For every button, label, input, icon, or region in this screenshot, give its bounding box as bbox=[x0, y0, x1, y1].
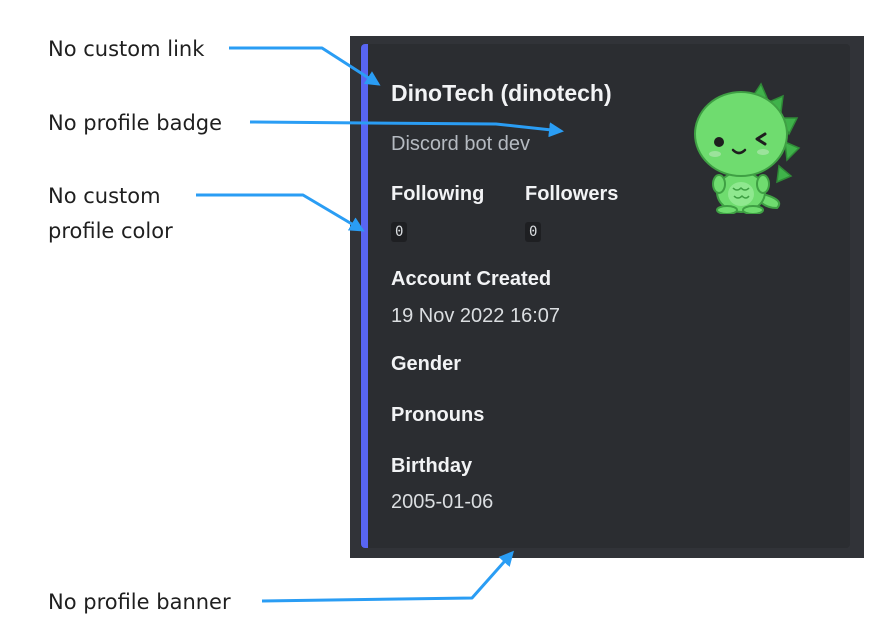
annotation-no-profile-badge: No profile badge bbox=[48, 111, 223, 135]
annotation-no-custom-link: No custom link bbox=[48, 37, 205, 61]
profile-display-name: DinoTech (dinotech) bbox=[391, 80, 612, 106]
following-label: Following bbox=[391, 183, 485, 205]
annotation-no-custom-profile-color-line1: No custom bbox=[48, 184, 161, 208]
annotation-no-profile-banner: No profile banner bbox=[48, 590, 231, 614]
birthday-value: 2005-01-06 bbox=[391, 491, 494, 513]
arrow-no-custom-profile-color bbox=[196, 193, 365, 232]
pronouns-label: Pronouns bbox=[391, 404, 485, 426]
profile-accent-bar bbox=[361, 44, 368, 548]
dinosaur-avatar-icon bbox=[694, 82, 801, 214]
followers-value: 0 bbox=[525, 222, 542, 242]
birthday-label: Birthday bbox=[391, 455, 473, 477]
arrow-no-profile-banner bbox=[261, 550, 514, 603]
following-value: 0 bbox=[391, 222, 408, 242]
followers-label: Followers bbox=[525, 183, 619, 205]
profile-bio: Discord bot dev bbox=[391, 133, 530, 155]
account-created-value: 19 Nov 2022 16:07 bbox=[391, 305, 561, 327]
account-created-label: Account Created bbox=[391, 268, 552, 290]
gender-label: Gender bbox=[391, 353, 462, 375]
annotation-no-custom-profile-color-line2: profile color bbox=[48, 219, 173, 243]
